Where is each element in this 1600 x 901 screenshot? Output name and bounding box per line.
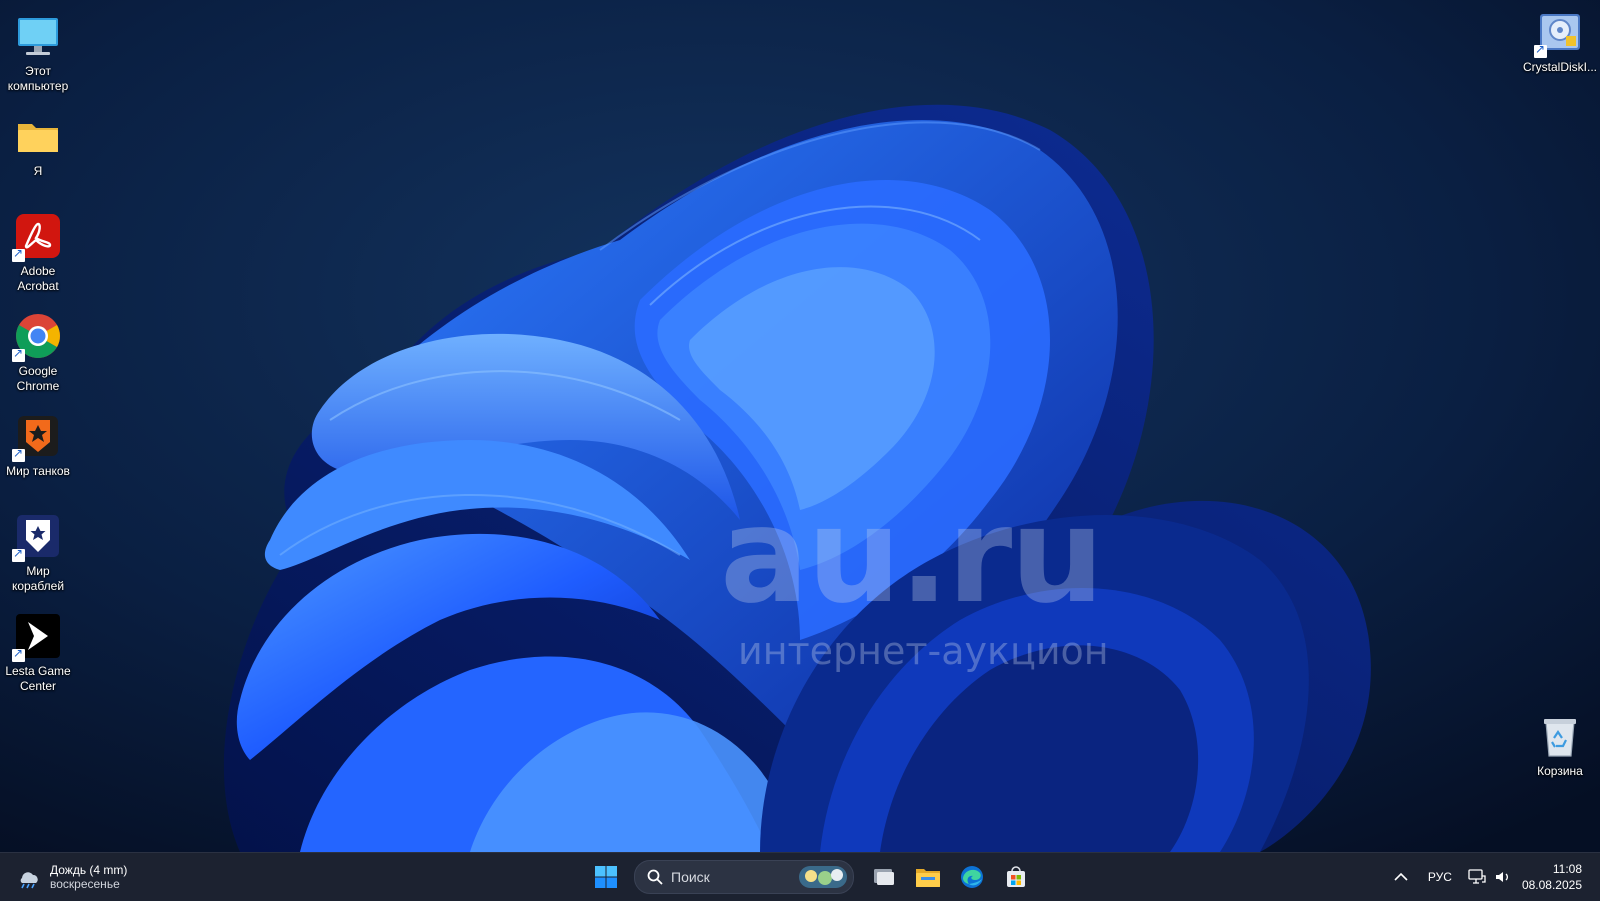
edge-icon bbox=[961, 866, 983, 888]
desktop-icon-label: Adobe Acrobat bbox=[17, 264, 59, 293]
start-button[interactable] bbox=[586, 857, 626, 897]
desktop-icon-mir-korabley[interactable]: Мир кораблей bbox=[0, 506, 76, 594]
store-button[interactable] bbox=[996, 857, 1036, 897]
shortcut-arrow-icon bbox=[12, 246, 25, 262]
search-highlight-icon bbox=[799, 864, 847, 895]
folder-icon bbox=[18, 124, 58, 152]
task-view-icon bbox=[874, 869, 894, 885]
weather-widget[interactable]: Дождь (4 mm) воскресенье bbox=[16, 860, 127, 894]
desktop-icon-mir-tankov[interactable]: Мир танков bbox=[0, 406, 76, 479]
desktop-icon-label: Этот компьютер bbox=[7, 64, 69, 93]
desktop-icon-label: Google Chrome bbox=[16, 364, 60, 393]
task-view-button[interactable] bbox=[864, 857, 904, 897]
file-explorer-button[interactable] bbox=[908, 857, 948, 897]
weather-subtitle: воскресенье bbox=[50, 877, 120, 891]
desktop-icon-label: Корзина bbox=[1537, 764, 1583, 778]
volume-icon[interactable] bbox=[1494, 869, 1512, 885]
taskbar-pinned-apps: Поиск bbox=[584, 857, 1038, 897]
shortcut-arrow-icon bbox=[12, 446, 25, 462]
search-icon bbox=[647, 869, 663, 885]
watermark-subtitle: интернет-аукцион bbox=[738, 629, 1109, 673]
desktop-wallpaper: au.ru интернет-аукцион bbox=[0, 0, 1600, 852]
desktop-icon-label: Я bbox=[33, 164, 43, 178]
recycle-bin-icon bbox=[1544, 719, 1576, 757]
desktop-icon-label: Мир кораблей bbox=[11, 564, 65, 593]
start-icon bbox=[595, 866, 617, 888]
chevron-up-icon[interactable] bbox=[1394, 872, 1408, 882]
shortcut-arrow-icon bbox=[1534, 42, 1547, 58]
desktop-icon-this-pc[interactable]: Этот компьютер bbox=[0, 6, 76, 94]
desktop-icon-label: CrystalDiskI... bbox=[1522, 60, 1597, 74]
desktop-icon-adobe-acrobat[interactable]: Adobe Acrobat bbox=[0, 206, 76, 294]
desktop-icon-recycle-bin[interactable]: Корзина bbox=[1520, 706, 1600, 779]
desktop-icon-crystaldiskinfo[interactable]: CrystalDiskI... bbox=[1520, 2, 1600, 75]
clock-time: 11:08 bbox=[1552, 862, 1582, 876]
shortcut-arrow-icon bbox=[12, 646, 25, 662]
taskbar-search[interactable]: Поиск bbox=[634, 860, 854, 894]
shortcut-arrow-icon bbox=[12, 346, 25, 362]
clock-date: 08.08.2025 bbox=[1521, 878, 1582, 892]
store-icon bbox=[1007, 866, 1025, 887]
file-explorer-icon bbox=[916, 869, 940, 887]
search-placeholder: Поиск bbox=[671, 869, 710, 885]
weather-title: Дождь (4 mm) bbox=[50, 863, 128, 877]
desktop-icon-label: Lesta Game Center bbox=[5, 664, 71, 693]
clock[interactable]: 11:08 08.08.2025 bbox=[1522, 861, 1582, 893]
desktop-icon-lesta-game-center[interactable]: Lesta Game Center bbox=[0, 606, 76, 694]
shortcut-arrow-icon bbox=[12, 546, 25, 562]
desktop-icon-label: Мир танков bbox=[6, 464, 70, 478]
desktop-icon-ya-folder[interactable]: Я bbox=[0, 106, 76, 179]
language-indicator[interactable]: РУС bbox=[1428, 870, 1452, 884]
taskbar: Дождь (4 mm) воскресенье Поиск РУС 11:08… bbox=[0, 852, 1600, 901]
desktop-icon-google-chrome[interactable]: Google Chrome bbox=[0, 306, 76, 394]
network-icon[interactable] bbox=[1468, 869, 1486, 885]
monitor-icon bbox=[18, 18, 58, 55]
edge-button[interactable] bbox=[952, 857, 992, 897]
watermark-logo: au.ru bbox=[720, 479, 1104, 633]
rain-cloud-icon bbox=[20, 872, 38, 889]
system-tray: РУС 11:08 08.08.2025 bbox=[1394, 853, 1600, 901]
